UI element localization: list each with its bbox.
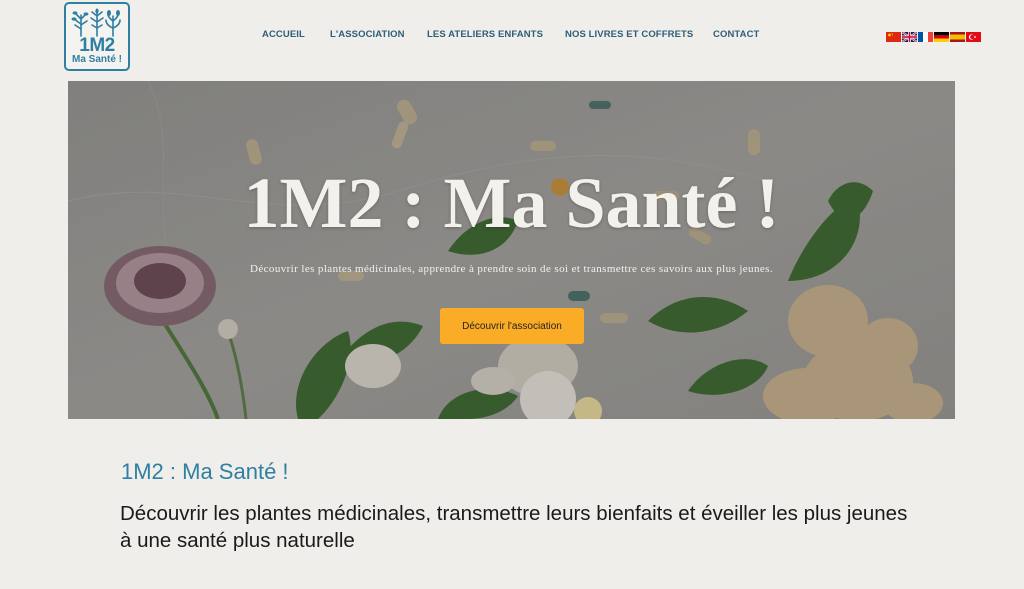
uk-flag-icon[interactable] [902,32,917,42]
nav-item-livres-coffrets[interactable]: NOS LIVRES ET COFFRETS [565,29,693,40]
german-flag-icon[interactable] [934,32,949,42]
logo-subtitle: Ma Santé ! [71,54,122,65]
nav-item-association[interactable]: L'ASSOCIATION [330,29,405,40]
discover-association-button[interactable]: Découvrir l'association [440,308,584,344]
hero-title: 1M2 : Ma Santé ! [243,163,780,243]
main-nav: ACCUEIL L'ASSOCIATION LES ATELIERS ENFAN… [0,29,1024,43]
nav-item-ateliers-enfants[interactable]: LES ATELIERS ENFANTS [427,29,543,40]
french-flag-icon[interactable] [918,32,933,42]
section-text: Découvrir les plantes médicinales, trans… [120,502,908,552]
hero-subtitle: Découvrir les plantes médicinales, appre… [250,263,773,275]
section-title: 1M2 : Ma Santé ! [121,459,289,484]
nav-item-contact[interactable]: CONTACT [713,29,759,40]
hero-banner: 1M2 : Ma Santé ! Découvrir les plantes m… [68,81,955,419]
language-switcher [886,32,981,42]
spanish-flag-icon[interactable] [950,32,965,42]
chinese-flag-icon[interactable] [886,32,901,42]
nav-item-accueil[interactable]: ACCUEIL [262,29,305,40]
turkish-flag-icon[interactable] [966,32,981,42]
